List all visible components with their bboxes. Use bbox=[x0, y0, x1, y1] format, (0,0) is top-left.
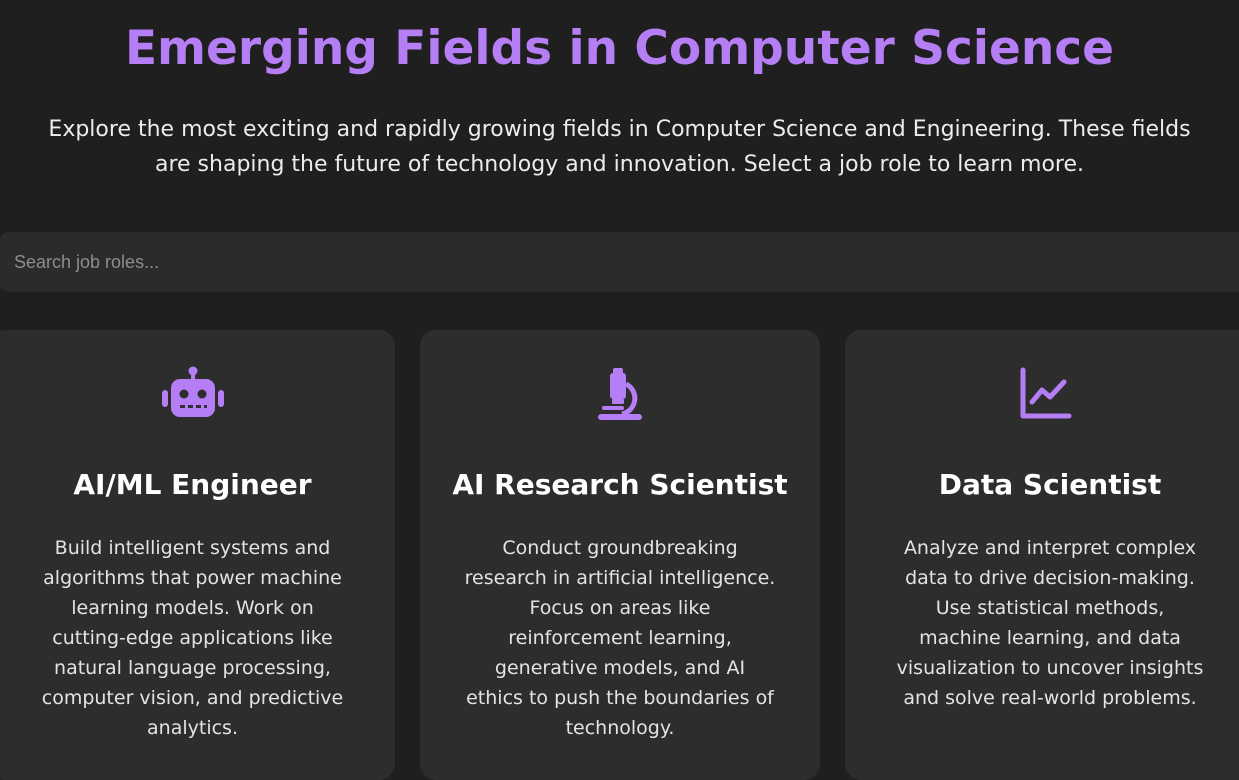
card-description-line: learning models. Work on bbox=[71, 597, 314, 619]
intro-line: Explore the most exciting and rapidly gr… bbox=[48, 117, 1191, 142]
card-description-line: algorithms that power machine bbox=[43, 567, 342, 589]
card-description-line: ethics to push the boundaries of bbox=[466, 687, 774, 709]
card-description-line: Analyze and interpret complex bbox=[903, 537, 1197, 559]
line-chart-icon bbox=[845, 366, 1239, 422]
job-card-ai-research-scientist[interactable]: AI Research Scientist Conduct groundbrea… bbox=[420, 330, 820, 780]
card-description-line: data to drive decision-making. bbox=[905, 567, 1195, 589]
intro-line: are shaping the future of technology and… bbox=[154, 152, 1085, 177]
card-description-line: analytics. bbox=[147, 717, 238, 739]
card-description-line: technology. bbox=[565, 717, 675, 739]
card-title: Data Scientist bbox=[938, 468, 1162, 501]
card-description: Analyze and interpret complex data to dr… bbox=[845, 533, 1239, 713]
card-description-line: research in artificial intelligence. bbox=[464, 567, 776, 589]
card-description: Conduct groundbreaking research in artif… bbox=[420, 533, 820, 743]
card-description-line: and solve real-world problems. bbox=[903, 687, 1197, 709]
card-description-line: Conduct groundbreaking bbox=[502, 537, 738, 559]
card-description-line: natural language processing, bbox=[54, 657, 331, 679]
card-description: Build intelligent systems and algorithms… bbox=[0, 533, 395, 743]
card-description-line: Build intelligent systems and bbox=[54, 537, 331, 559]
card-description-line: generative models, and AI bbox=[494, 657, 746, 679]
job-card-ai-ml-engineer[interactable]: AI/ML Engineer Build intelligent systems… bbox=[0, 330, 395, 780]
intro-text: Explore the most exciting and rapidly gr… bbox=[0, 112, 1239, 182]
card-description-line: Use statistical methods, bbox=[935, 597, 1165, 619]
robot-icon bbox=[0, 366, 395, 422]
job-card-data-scientist[interactable]: Data Scientist Analyze and interpret com… bbox=[845, 330, 1239, 780]
card-title: AI/ML Engineer bbox=[73, 468, 312, 501]
card-description-line: computer vision, and predictive bbox=[41, 687, 344, 709]
search-input[interactable] bbox=[0, 232, 1239, 292]
page-title: Emerging Fields in Computer Science bbox=[124, 21, 1115, 76]
microscope-icon bbox=[420, 366, 820, 422]
card-description-line: cutting-edge applications like bbox=[52, 627, 333, 649]
card-description-line: machine learning, and data bbox=[919, 627, 1181, 649]
card-description-line: visualization to uncover insights bbox=[896, 657, 1204, 679]
card-title: AI Research Scientist bbox=[452, 468, 788, 501]
card-description-line: Focus on areas like bbox=[529, 597, 711, 619]
card-description-line: reinforcement learning, bbox=[508, 627, 732, 649]
